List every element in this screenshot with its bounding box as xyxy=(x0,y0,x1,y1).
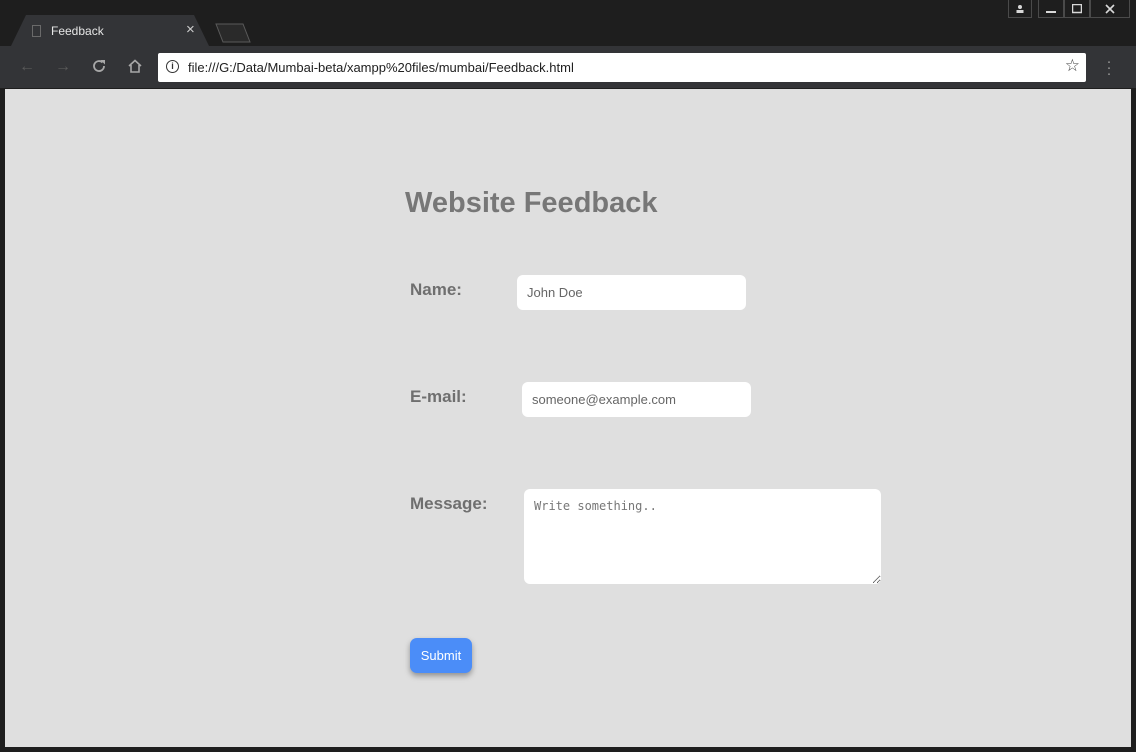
new-tab-button[interactable] xyxy=(215,23,251,43)
submit-button[interactable]: Submit xyxy=(410,638,472,673)
message-textarea[interactable] xyxy=(524,489,881,584)
close-window-button[interactable] xyxy=(1090,0,1130,18)
home-icon[interactable] xyxy=(126,58,144,76)
page-icon xyxy=(32,25,41,37)
maximize-button[interactable] xyxy=(1064,0,1090,18)
browser-titlebar: Feedback × xyxy=(0,0,1136,48)
message-label: Message: xyxy=(410,494,488,513)
page-title: Website Feedback xyxy=(405,187,658,219)
bookmark-star-icon[interactable]: ☆ xyxy=(1065,56,1080,76)
url-text[interactable]: file:///G:/Data/Mumbai-beta/xampp%20file… xyxy=(188,60,574,75)
back-icon[interactable]: ← xyxy=(18,58,36,76)
name-input[interactable] xyxy=(517,275,746,310)
name-label: Name: xyxy=(410,280,462,299)
minimize-button[interactable] xyxy=(1038,0,1064,18)
email-input[interactable] xyxy=(522,382,751,417)
menu-icon[interactable]: · · · xyxy=(1102,54,1116,81)
page-viewport: Website Feedback Name: E-mail: Message: … xyxy=(5,89,1131,747)
tab-title: Feedback xyxy=(51,24,104,38)
forward-icon[interactable]: → xyxy=(54,58,72,76)
browser-tab[interactable]: Feedback × xyxy=(10,15,210,48)
user-icon[interactable] xyxy=(1008,0,1032,18)
reload-icon[interactable] xyxy=(90,58,108,76)
info-icon[interactable]: i xyxy=(166,60,179,73)
browser-toolbar: ← → i file:///G:/Data/Mumbai-beta/xampp%… xyxy=(0,46,1136,88)
tab-close-icon[interactable]: × xyxy=(186,22,195,38)
email-label: E-mail: xyxy=(410,387,467,406)
address-bar[interactable]: i file:///G:/Data/Mumbai-beta/xampp%20fi… xyxy=(158,53,1086,82)
